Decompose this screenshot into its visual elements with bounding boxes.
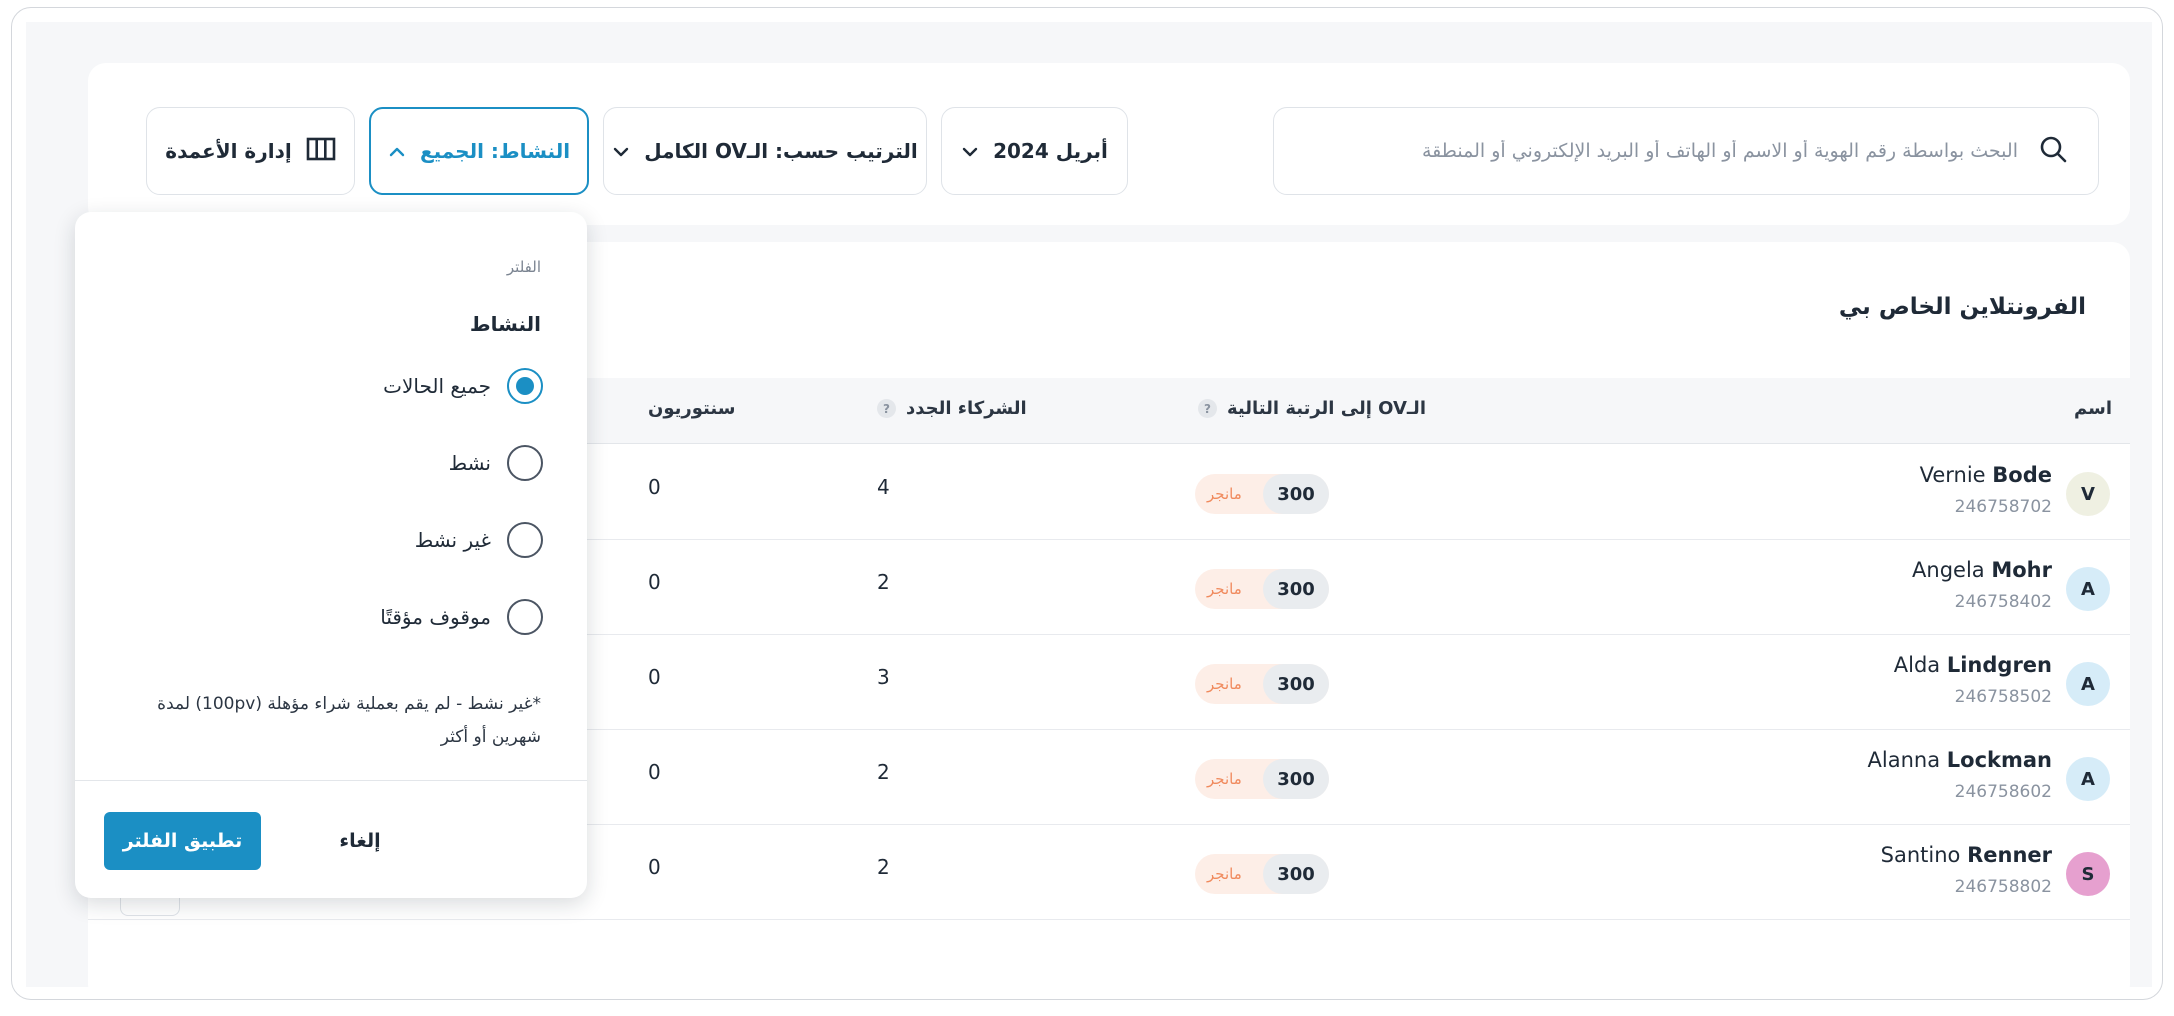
ov-rank-badge: مانجر 300: [1195, 474, 1329, 514]
filter-option-all[interactable]: جميع الحالات: [383, 366, 543, 406]
new-partners-value: 4: [877, 475, 890, 499]
rank-label: مانجر: [1207, 580, 1242, 598]
centurions-value: 0: [648, 760, 661, 784]
help-icon[interactable]: ?: [877, 399, 896, 418]
avatar: A: [2066, 757, 2110, 801]
member-name[interactable]: Vernie Bode: [1920, 463, 2052, 487]
column-header-centurions[interactable]: سنتوريون: [648, 398, 735, 419]
ov-value: 300: [1263, 759, 1329, 799]
first-name: Alanna: [1867, 748, 1941, 772]
ov-rank-badge: مانجر 300: [1195, 854, 1329, 894]
chevron-up-icon: [388, 139, 406, 163]
column-header-name[interactable]: اسم: [2074, 398, 2112, 419]
rank-label: مانجر: [1207, 865, 1242, 883]
rank-label: مانجر: [1207, 675, 1242, 693]
filter-option-suspended[interactable]: موقوف مؤقتًا: [380, 597, 543, 637]
ov-rank-badge: مانجر 300: [1195, 759, 1329, 799]
chevron-down-icon: [961, 139, 979, 163]
new-partners-value: 2: [877, 570, 890, 594]
column-header-ov-next[interactable]: الـOV إلى الرتبة التالية ?: [1198, 398, 1426, 419]
avatar: A: [2066, 567, 2110, 611]
table-title: الفرونتلاين الخاص بي: [1838, 294, 2086, 320]
member-name[interactable]: Alda Lindgren: [1894, 653, 2052, 677]
radio-button[interactable]: [507, 368, 543, 404]
centurions-value: 0: [648, 570, 661, 594]
centurions-value: 0: [648, 665, 661, 689]
filter-option-active[interactable]: نشط: [449, 443, 543, 483]
avatar: V: [2066, 472, 2110, 516]
member-id: 246758702: [1954, 497, 2052, 517]
ov-value: 300: [1263, 664, 1329, 704]
last-name: Lindgren: [1946, 653, 2052, 677]
member-name[interactable]: Angela Mohr: [1912, 558, 2052, 582]
ov-rank-badge: مانجر 300: [1195, 664, 1329, 704]
filter-option-label: موقوف مؤقتًا: [380, 605, 491, 629]
month-select[interactable]: أبريل 2024: [941, 107, 1128, 195]
search-box[interactable]: [1273, 107, 2099, 195]
last-name: Lockman: [1946, 748, 2052, 772]
new-partners-value: 2: [877, 760, 890, 784]
first-name: Angela: [1912, 558, 1985, 582]
search-input[interactable]: [1274, 139, 2020, 163]
member-id: 246758602: [1954, 782, 2052, 802]
help-icon[interactable]: ?: [1198, 399, 1217, 418]
avatar: S: [2066, 852, 2110, 896]
filter-title: الفلتر: [506, 258, 541, 276]
column-label: الشركاء الجدد: [906, 398, 1027, 419]
rank-label: مانجر: [1207, 485, 1242, 503]
sort-label: الترتيب حسب: الـOV الكامل: [644, 139, 918, 163]
activity-filter-label: النشاط: الجميع: [419, 139, 571, 163]
filter-option-label: جميع الحالات: [383, 374, 491, 398]
sort-select[interactable]: الترتيب حسب: الـOV الكامل: [603, 107, 927, 195]
filter-option-label: نشط: [448, 451, 491, 475]
avatar: A: [2066, 662, 2110, 706]
member-id: 246758802: [1954, 877, 2052, 897]
radio-button[interactable]: [507, 445, 543, 481]
member-name[interactable]: Alanna Lockman: [1868, 748, 2052, 772]
activity-filter-button[interactable]: النشاط: الجميع: [369, 107, 589, 195]
search-icon: [2038, 134, 2068, 168]
radio-button[interactable]: [507, 522, 543, 558]
rank-label: مانجر: [1207, 770, 1242, 788]
month-label: أبريل 2024: [993, 139, 1108, 163]
last-name: Renner: [1967, 843, 2052, 867]
ov-rank-badge: مانجر 300: [1195, 569, 1329, 609]
apply-filter-button[interactable]: تطبيق الفلتر: [104, 812, 261, 870]
filter-section-title: النشاط: [469, 312, 541, 336]
centurions-value: 0: [648, 855, 661, 879]
member-id: 246758502: [1954, 687, 2052, 707]
member-name[interactable]: Santino Renner: [1881, 843, 2052, 867]
radio-button[interactable]: [507, 599, 543, 635]
new-partners-value: 2: [877, 855, 890, 879]
manage-columns-button[interactable]: إدارة الأعمدة: [146, 107, 355, 195]
page-canvas: أبريل 2024 الترتيب حسب: الـOV الكامل الن…: [26, 22, 2152, 999]
member-id: 246758402: [1954, 592, 2052, 612]
last-name: Mohr: [1991, 558, 2052, 582]
filter-option-inactive[interactable]: غير نشط: [415, 520, 543, 560]
new-partners-value: 3: [877, 665, 890, 689]
first-name: Vernie: [1919, 463, 1986, 487]
ov-value: 300: [1263, 854, 1329, 894]
ov-value: 300: [1263, 474, 1329, 514]
column-label: الـOV إلى الرتبة التالية: [1227, 398, 1426, 419]
centurions-value: 0: [648, 475, 661, 499]
filter-option-label: غير نشط: [414, 528, 491, 552]
first-name: Alda: [1893, 653, 1941, 677]
column-header-new-partners[interactable]: الشركاء الجدد ?: [877, 398, 1027, 419]
last-name: Bode: [1992, 463, 2052, 487]
first-name: Santino: [1880, 843, 1961, 867]
ov-value: 300: [1263, 569, 1329, 609]
cancel-button[interactable]: إلغاء: [315, 812, 405, 870]
manage-columns-label: إدارة الأعمدة: [165, 139, 292, 163]
app-window: أبريل 2024 الترتيب حسب: الـOV الكامل الن…: [11, 7, 2163, 1000]
filter-popover: الفلتر النشاط جميع الحالات نشط غير نشط م…: [75, 212, 587, 898]
chevron-down-icon: [612, 139, 630, 163]
columns-icon: [306, 137, 336, 166]
divider: [75, 780, 587, 781]
filter-note: *غير نشط - لم يقم بعملية شراء مؤهلة (100…: [157, 694, 541, 747]
toolbar: أبريل 2024 الترتيب حسب: الـOV الكامل الن…: [88, 63, 2130, 225]
